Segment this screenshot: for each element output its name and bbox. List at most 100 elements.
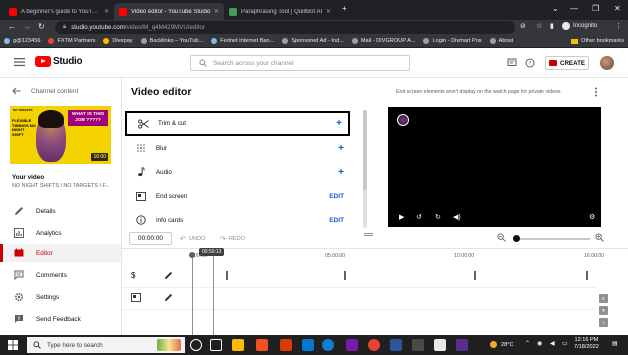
weather-widget[interactable]: 28°C	[490, 341, 514, 348]
address-bar[interactable]: 🔒︎ studio.youtube.com/video/M_q4M429MVU/…	[55, 21, 515, 34]
menu-kebab-icon[interactable]: ⋮	[615, 22, 622, 30]
audio-track-marker[interactable]: ♪	[599, 318, 608, 327]
reload-icon[interactable]: ↻	[38, 22, 45, 31]
bookmark-item[interactable]: Divepay	[103, 38, 133, 44]
mail-icon[interactable]	[302, 339, 314, 351]
close-tab-icon[interactable]: ✕	[214, 8, 219, 15]
taskbar-search-input[interactable]: Type here to search	[27, 337, 185, 353]
chrome-icon[interactable]	[368, 339, 380, 351]
speaker-icon[interactable]: ◀︎	[550, 340, 555, 347]
avatar[interactable]	[600, 56, 614, 70]
tool-trim-cut[interactable]: Trim & cut +	[125, 111, 350, 136]
ad-break-marker[interactable]	[586, 271, 588, 280]
timecode-field[interactable]: 00:00:00	[129, 232, 172, 245]
edit-end-screen-button[interactable]: EDIT	[329, 193, 344, 200]
onenote-icon[interactable]	[346, 339, 358, 351]
play-icon[interactable]: ▶︎	[399, 213, 404, 221]
sidebar-item-analytics[interactable]: Analytics	[0, 224, 121, 242]
tray-chevron-icon[interactable]: ⌃	[525, 340, 530, 347]
eye-slash-icon[interactable]: ⊘	[520, 22, 526, 30]
more-options-icon[interactable]	[594, 87, 598, 97]
back-icon[interactable]: ←	[8, 22, 16, 31]
ad-break-marker[interactable]	[226, 271, 228, 280]
tool-info-cards[interactable]: Info cards EDIT	[125, 209, 350, 231]
edit-track-pencil-icon[interactable]	[164, 271, 173, 282]
browser-tab-youtube-guide[interactable]: A beginner's guide to YouTube S ✕	[4, 3, 114, 20]
microsoft-store-icon[interactable]	[256, 339, 268, 351]
tool-audio[interactable]: Audio +	[125, 161, 350, 183]
taskbar-clock[interactable]: 12:16 PM 7/18/2022	[574, 337, 599, 351]
bookmark-item[interactable]: Backlinko – YouTub...	[140, 38, 203, 44]
ad-break-marker[interactable]	[474, 271, 476, 280]
edit-info-cards-button[interactable]: EDIT	[329, 217, 344, 224]
bookmark-item[interactable]: FXTM Partners	[48, 38, 95, 44]
add-audio-button[interactable]: +	[338, 167, 344, 178]
forward-icon[interactable]: →	[23, 22, 31, 31]
close-window-icon[interactable]: ✕	[614, 4, 621, 13]
zoom-slider-handle[interactable]	[513, 235, 520, 242]
sidebar-item-editor[interactable]: Editor	[0, 244, 121, 262]
tool-end-screen[interactable]: End screen EDIT	[125, 185, 350, 207]
sidebar-icon[interactable]: ▮	[550, 22, 554, 30]
volume-icon[interactable]: ◀︎)	[453, 213, 461, 221]
close-tab-icon[interactable]: ✕	[326, 8, 331, 15]
bookmark-star-icon[interactable]: ☆	[536, 22, 542, 30]
file-explorer-icon[interactable]	[232, 339, 244, 351]
bookmark-item[interactable]: Mail - DIVGROUP A...	[351, 38, 415, 44]
playhead-line[interactable]	[192, 256, 193, 336]
edge-icon[interactable]	[322, 339, 334, 351]
office-icon[interactable]	[280, 339, 292, 351]
browser-tab-quillbot[interactable]: Paraphrasing Tool | QuillBot AI ✕	[224, 3, 336, 20]
add-trim-button[interactable]: +	[336, 118, 342, 129]
minimize-icon[interactable]: —	[570, 4, 578, 13]
video-preview-player[interactable]	[388, 107, 601, 227]
player-settings-gear-icon[interactable]: ⚙︎	[589, 213, 595, 221]
bookmark-item[interactable]: Login - Divmart Pos	[423, 38, 482, 44]
restore-icon[interactable]: ❐	[592, 4, 599, 13]
messages-icon[interactable]	[507, 58, 517, 68]
close-tab-icon[interactable]: ✕	[104, 8, 109, 15]
resize-drag-handle[interactable]	[364, 233, 373, 236]
tools-scrollbar-thumb[interactable]	[363, 110, 367, 190]
other-bookmarks[interactable]: Other bookmarks	[571, 35, 624, 47]
word-icon[interactable]	[390, 339, 402, 351]
playhead-handle[interactable]	[189, 252, 195, 258]
notifications-icon[interactable]: ▤	[612, 340, 618, 347]
bookmark-item[interactable]: Sponsored Ad - Ind...	[282, 38, 344, 44]
new-tab-button[interactable]: +	[342, 4, 347, 13]
app-icon[interactable]	[456, 339, 468, 351]
bookmark-item[interactable]: About	[489, 38, 513, 44]
bookmark-item[interactable]: g@123456	[4, 38, 40, 44]
forward-icon[interactable]: ↻	[435, 213, 441, 221]
zoom-slider-track[interactable]	[515, 238, 590, 240]
youtube-studio-logo[interactable]: Studio	[35, 56, 83, 67]
ad-break-marker[interactable]	[344, 271, 346, 280]
help-icon[interactable]: ?	[525, 58, 535, 68]
zoom-out-icon[interactable]	[497, 233, 506, 242]
tool-blur[interactable]: Blur +	[125, 137, 350, 159]
bookmark-item[interactable]: Fednet Internet Ban...	[211, 38, 274, 44]
channel-content-back-link[interactable]: Channel content	[12, 87, 78, 95]
tab-search-icon[interactable]: ⌄	[552, 4, 559, 13]
browser-tab-video-editor[interactable]: Video editor - YouTube Studio ✕	[114, 3, 224, 20]
sidebar-item-comments[interactable]: Comments	[0, 266, 121, 284]
incognito-indicator[interactable]: Incognito	[562, 22, 597, 30]
search-input[interactable]: Search across your channel	[190, 55, 410, 71]
create-button[interactable]: CREATE	[545, 56, 589, 70]
rewind-icon[interactable]: ↺	[416, 213, 422, 221]
app-icon[interactable]	[412, 339, 424, 351]
sidebar-item-details[interactable]: Details	[0, 202, 121, 220]
edit-track-pencil-icon[interactable]	[164, 293, 173, 304]
notepad-icon[interactable]	[434, 339, 446, 351]
sidebar-item-settings[interactable]: Settings	[0, 288, 121, 306]
sidebar-item-send-feedback[interactable]: Send Feedback	[0, 310, 121, 328]
video-thumbnail[interactable]: NO TARGETS FLEXIBLE TIMINGS NO NIGHT SHI…	[10, 106, 111, 164]
task-view-icon[interactable]	[210, 339, 222, 351]
hamburger-menu-icon[interactable]	[14, 57, 25, 67]
redo-button[interactable]: ↷ REDO	[220, 235, 245, 243]
video-track-marker[interactable]: ▾	[599, 306, 608, 315]
info-card-track-marker[interactable]: ≡	[599, 294, 608, 303]
zoom-in-icon[interactable]	[595, 233, 604, 242]
network-icon[interactable]: ◉	[537, 340, 542, 347]
battery-icon[interactable]: ▭	[562, 340, 568, 347]
